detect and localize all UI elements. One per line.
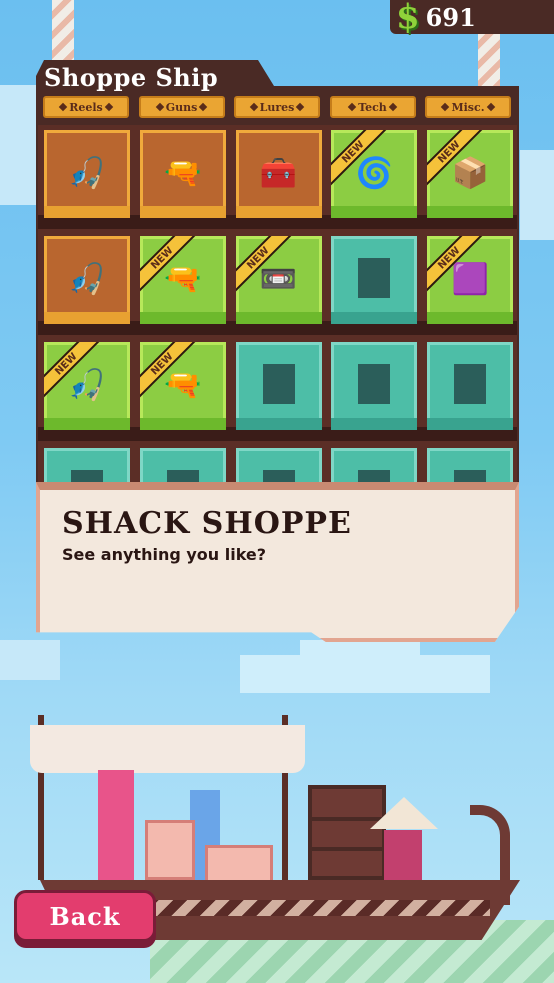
- item-base: [427, 312, 514, 324]
- item-base: [235, 418, 322, 430]
- shop-item[interactable]: [235, 448, 322, 482]
- shop-tabs: Reels Guns Lures Tech Misc.: [43, 96, 511, 118]
- shop-item[interactable]: 📦 NEW: [427, 130, 514, 218]
- reel-icon: 🎣: [68, 262, 106, 297]
- back-button[interactable]: Back: [14, 890, 156, 942]
- rifle-icon: 🔫: [164, 262, 202, 297]
- tab-reels[interactable]: Reels: [43, 96, 129, 118]
- shelf-row: [312, 817, 382, 821]
- shopkeeper: [384, 830, 422, 882]
- shop-item[interactable]: 🧰: [235, 130, 322, 218]
- awning: [30, 725, 305, 773]
- shop-item[interactable]: [44, 448, 130, 482]
- item-base: [139, 206, 226, 218]
- tab-label: Lures: [259, 100, 295, 114]
- locked-icon: [358, 470, 391, 482]
- shop-item[interactable]: 🎣: [44, 130, 130, 218]
- shop-item[interactable]: 📼 NEW: [235, 236, 322, 324]
- reel-icon: 🎣: [68, 368, 106, 403]
- spring-icon: 🌀: [355, 156, 394, 191]
- diamond-icon: [388, 102, 398, 112]
- shop-item[interactable]: 🎣 NEW: [44, 342, 130, 430]
- reel-icon: 🎣: [68, 156, 106, 191]
- item-base: [235, 312, 322, 324]
- shop-item[interactable]: 🟪 NEW: [427, 236, 514, 324]
- box-lure-icon: 📼: [259, 262, 298, 297]
- item-base: [427, 418, 514, 430]
- crate-icon: 🟪: [451, 262, 489, 297]
- tab-label: Guns: [165, 100, 198, 114]
- diamond-icon: [104, 102, 113, 112]
- crate: [205, 845, 273, 883]
- tab-label: Misc.: [451, 100, 485, 114]
- tab-lures[interactable]: Lures: [234, 96, 320, 118]
- red-gadget-icon: 📦: [451, 156, 489, 191]
- cloud: [300, 640, 420, 660]
- shop-item[interactable]: [331, 236, 418, 324]
- tab-guns[interactable]: Guns: [138, 96, 225, 118]
- shop-item[interactable]: 🔫 NEW: [139, 342, 226, 430]
- bottle-icon: [454, 364, 487, 404]
- lure-icon: 🧰: [259, 156, 298, 191]
- cloud: [520, 150, 554, 240]
- item-base: [331, 418, 418, 430]
- shelf-row: [312, 847, 382, 851]
- locked-icon: [166, 470, 199, 482]
- diamond-icon: [249, 102, 258, 112]
- tab-tech[interactable]: Tech: [329, 96, 416, 118]
- dialog-title: SHACK SHOPPE: [62, 506, 352, 541]
- cloud: [0, 640, 60, 680]
- shop-item[interactable]: 🌀 NEW: [331, 130, 418, 218]
- pistol-icon: 🔫: [164, 368, 202, 403]
- bottle-stack: [98, 770, 134, 880]
- item-base: [44, 418, 130, 430]
- item-grid: 🎣 🔫 🧰 🌀 NEW 📦 NEW 🎣 🔫 NEW 📼 NEW 🟪 NEW 🎣 NEW 🔫 NEW: [38, 125, 517, 482]
- diamond-icon: [155, 102, 164, 112]
- item-base: [139, 312, 226, 324]
- currency-amount: 691: [425, 2, 476, 32]
- shop-item[interactable]: [331, 342, 418, 430]
- diamond-icon: [296, 102, 305, 112]
- tab-label: Reels: [69, 100, 103, 114]
- tab-label: Tech: [358, 100, 387, 114]
- item-base: [331, 312, 418, 324]
- locked-icon: [71, 470, 103, 482]
- bookshelf: [308, 785, 386, 880]
- canister-icon: [262, 364, 295, 404]
- shop-item[interactable]: 🔫 NEW: [139, 236, 226, 324]
- shop-item[interactable]: [235, 342, 322, 430]
- shopkeeper-dialog: SHACK SHOPPE See anything you like?: [36, 482, 519, 642]
- item-base: [44, 206, 130, 218]
- hanging-rope: [478, 30, 500, 90]
- spider-icon: [358, 258, 391, 298]
- tab-misc[interactable]: Misc.: [425, 96, 511, 118]
- currency-display: $ 691: [390, 0, 554, 34]
- locked-icon: [454, 470, 487, 482]
- gun-icon: 🔫: [164, 156, 202, 191]
- locked-icon: [262, 470, 295, 482]
- diamond-icon: [58, 102, 68, 112]
- dialog-text: See anything you like?: [62, 545, 267, 564]
- item-base: [139, 418, 226, 430]
- shop-item[interactable]: 🔫: [139, 130, 226, 218]
- shop-item[interactable]: 🎣: [44, 236, 130, 324]
- cloud: [240, 655, 490, 693]
- item-base: [44, 312, 130, 324]
- dollar-icon: $: [396, 0, 420, 37]
- item-base: [235, 206, 322, 218]
- item-base: [331, 206, 418, 218]
- shop-item[interactable]: [331, 448, 418, 482]
- diamond-icon: [486, 102, 495, 112]
- item-base: [427, 206, 514, 218]
- shop-item[interactable]: [139, 448, 226, 482]
- shop-item[interactable]: [427, 342, 514, 430]
- diamond-icon: [199, 102, 208, 112]
- crate: [145, 820, 195, 880]
- diamond-icon: [441, 102, 450, 112]
- jar-icon: [358, 364, 391, 404]
- shop-item[interactable]: [427, 448, 514, 482]
- diamond-icon: [347, 102, 357, 112]
- shop-title: Shoppe Ship: [44, 63, 219, 92]
